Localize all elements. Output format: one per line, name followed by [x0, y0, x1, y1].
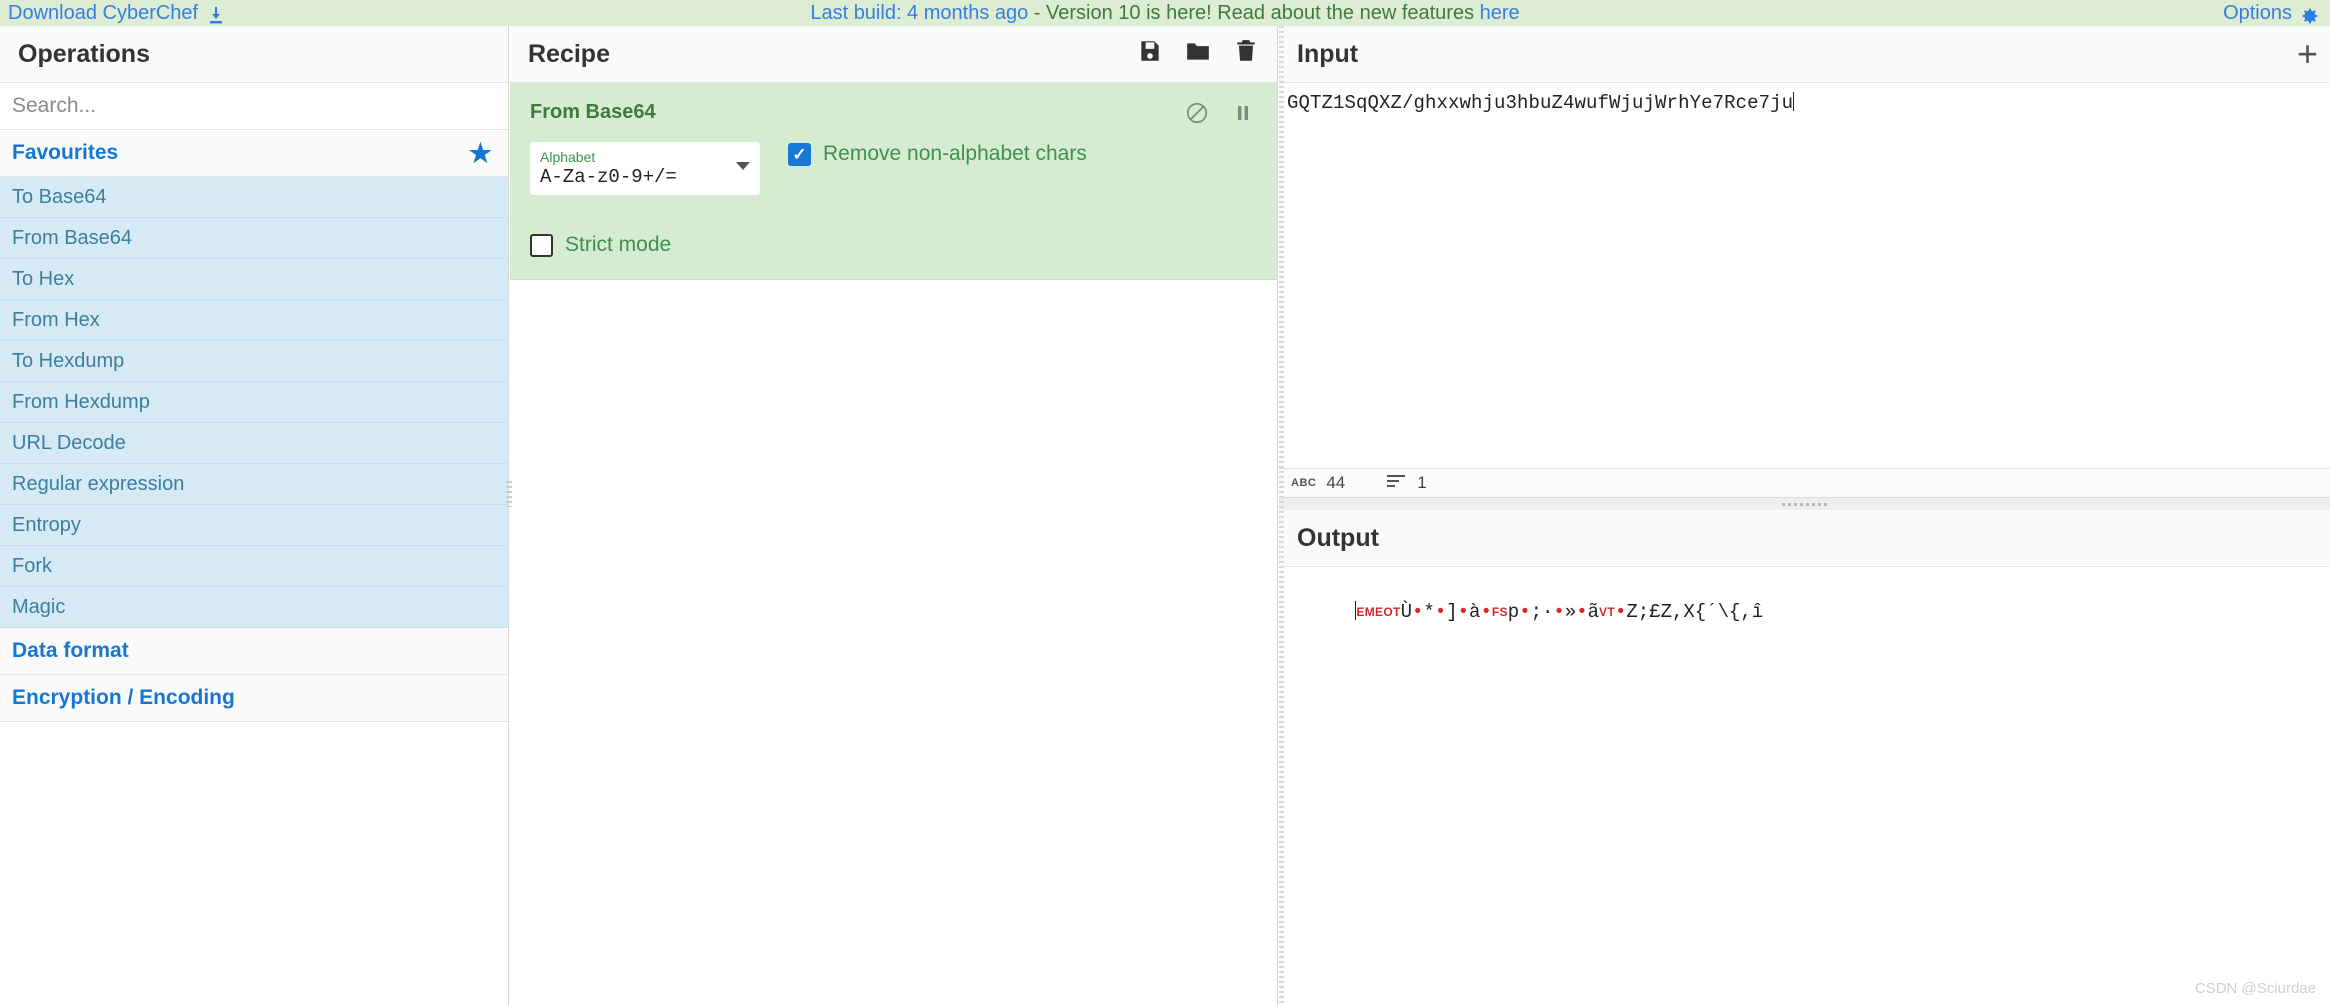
lines-icon	[1387, 473, 1407, 493]
input-status-bar: ABC 44 1	[1279, 468, 2330, 498]
input-value: GQTZ1SqQXZ/ghxxwhju3hbuZ4wufWjujWrhYe7Rc…	[1287, 92, 1794, 114]
options-button[interactable]: Options	[2223, 0, 2320, 26]
sidebar-item-url-decode[interactable]: URL Decode	[0, 423, 508, 464]
remove-non-alphabet-chars-row[interactable]: ✓ Remove non-alphabet chars	[788, 142, 1087, 166]
alphabet-label: Alphabet	[540, 149, 596, 165]
input-lines-value: 1	[1417, 473, 1427, 492]
star-icon[interactable]: ★	[469, 140, 492, 166]
remove-non-alphabet-chars-checkbox[interactable]: ✓	[788, 142, 811, 166]
input-title-bar: Input +	[1279, 26, 2330, 83]
sidebar-item-entropy[interactable]: Entropy	[0, 505, 508, 546]
trash-icon[interactable]	[1233, 38, 1259, 71]
category-header-favourites[interactable]: Favourites ★	[0, 130, 508, 177]
recipe-title-bar: Recipe	[510, 26, 1277, 83]
abc-icon: ABC	[1291, 477, 1317, 489]
operation-label: URL Decode	[12, 431, 126, 454]
save-icon[interactable]	[1137, 38, 1163, 71]
recipe-operation-title: From Base64	[530, 101, 656, 123]
io-panel: Input + GQTZ1SqQXZ/ghxxwhju3hbuZ4wufWjuj…	[1279, 26, 2330, 1005]
output-textarea[interactable]: EMEOTÙ•*•]•à•FSp•;·•»•ãVT•Z;£Z,X{´\{,î	[1279, 567, 2330, 767]
alphabet-value: A-Za-z0-9+/=	[540, 166, 677, 188]
sidebar-item-fork[interactable]: Fork	[0, 546, 508, 587]
version-text: - Version 10 is here! Read about the new…	[1028, 2, 1480, 24]
operation-label: From Base64	[12, 226, 133, 249]
splitter-grip[interactable]	[1781, 502, 1828, 506]
recipe-title: Recipe	[528, 39, 610, 68]
output-value: EMEOTÙ•*•]•à•FSp•;·•»•ãVT•Z;£Z,X{´\{,î	[1356, 601, 1764, 623]
plus-icon[interactable]: +	[2297, 36, 2318, 72]
io-splitter[interactable]	[1279, 498, 2330, 510]
banner-message: Last build: 4 months ago - Version 10 is…	[0, 0, 2330, 26]
output-title-bar: Output	[1279, 510, 2330, 567]
output-title: Output	[1297, 523, 1379, 552]
search-input[interactable]	[12, 94, 496, 118]
watermark: CSDN @Sciurdae	[2194, 980, 2316, 997]
recipe-operation-from-base64[interactable]: From Base64 Alphabet A-Za-z0-9+/= ✓ Remo…	[510, 83, 1277, 280]
last-build-text: Last build: 4 months ago	[810, 2, 1029, 24]
folder-icon[interactable]	[1185, 38, 1211, 71]
strict-mode-row[interactable]: Strict mode	[530, 233, 1257, 257]
operation-label: From Hex	[12, 308, 100, 331]
io-scroll-gutter[interactable]	[1279, 26, 1284, 1005]
category-label: Data format	[12, 639, 129, 662]
chevron-down-icon[interactable]	[736, 162, 750, 170]
disable-icon[interactable]	[1185, 101, 1209, 130]
operations-panel: Operations Favourites ★ To Base64 From B…	[0, 26, 510, 1005]
remove-non-alphabet-chars-label: Remove non-alphabet chars	[823, 142, 1087, 165]
category-label: Encryption / Encoding	[12, 686, 235, 709]
input-length-stat: ABC 44	[1291, 473, 1345, 493]
sidebar-item-to-base64[interactable]: To Base64	[0, 177, 508, 218]
options-label: Options	[2223, 2, 2292, 24]
text-caret	[1793, 92, 1795, 111]
new-features-link[interactable]: here	[1480, 2, 1520, 24]
top-banner: Download CyberChef Last build: 4 months …	[0, 0, 2330, 26]
operation-label: To Base64	[12, 185, 107, 208]
sidebar-item-to-hex[interactable]: To Hex	[0, 259, 508, 300]
operation-label: To Hex	[12, 267, 75, 290]
pause-icon[interactable]	[1231, 101, 1255, 130]
sidebar-item-magic[interactable]: Magic	[0, 587, 508, 628]
strict-mode-label: Strict mode	[565, 233, 672, 256]
input-textarea[interactable]: GQTZ1SqQXZ/ghxxwhju3hbuZ4wufWjujWrhYe7Rc…	[1279, 83, 2330, 468]
strict-mode-checkbox[interactable]	[530, 233, 553, 257]
operation-label: Entropy	[12, 513, 81, 536]
recipe-panel: Recipe From Base64 Alphabet A-Za-z0-9+/=…	[508, 26, 1278, 1005]
alphabet-select[interactable]: Alphabet A-Za-z0-9+/=	[530, 142, 760, 195]
input-lines-stat: 1	[1387, 473, 1427, 493]
category-header-encryption-encoding[interactable]: Encryption / Encoding	[0, 675, 508, 722]
operation-label: Fork	[12, 554, 52, 577]
operations-search-row[interactable]	[0, 83, 508, 130]
sidebar-item-from-base64[interactable]: From Base64	[0, 218, 508, 259]
sidebar-item-from-hexdump[interactable]: From Hexdump	[0, 382, 508, 423]
sidebar-item-regular-expression[interactable]: Regular expression	[0, 464, 508, 505]
category-header-data-format[interactable]: Data format	[0, 628, 508, 675]
gear-icon[interactable]	[2298, 5, 2320, 27]
sidebar-item-to-hexdump[interactable]: To Hexdump	[0, 341, 508, 382]
operation-label: Magic	[12, 595, 66, 618]
operation-label: To Hexdump	[12, 349, 125, 372]
recipe-resize-handle[interactable]	[508, 481, 512, 507]
input-length-value: 44	[1326, 473, 1346, 492]
operations-title: Operations	[18, 39, 150, 68]
category-label: Favourites	[12, 141, 119, 164]
operations-title-bar: Operations	[0, 26, 508, 83]
input-title: Input	[1297, 39, 1359, 68]
operation-label: Regular expression	[12, 472, 185, 495]
operation-label: From Hexdump	[12, 390, 150, 413]
sidebar-item-from-hex[interactable]: From Hex	[0, 300, 508, 341]
